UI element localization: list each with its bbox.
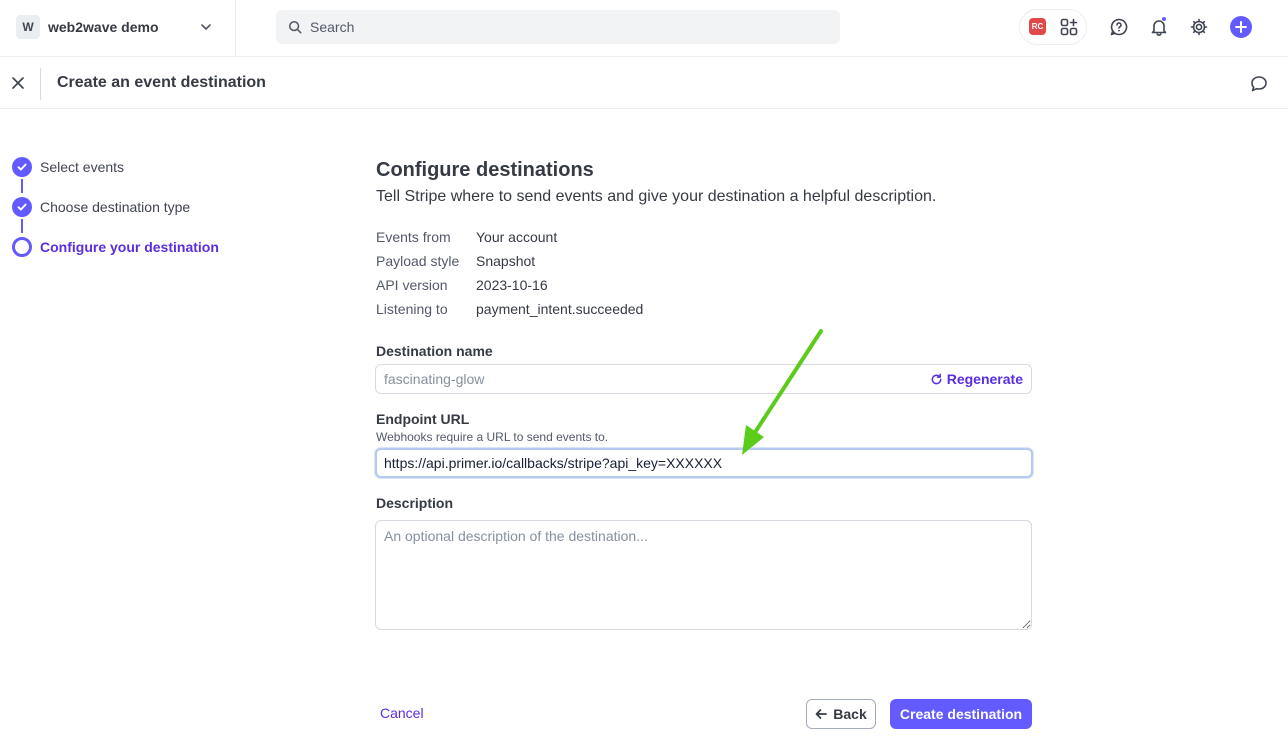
- destination-name-label: Destination name: [376, 343, 493, 359]
- step-choose-destination-type[interactable]: Choose destination type: [12, 197, 190, 217]
- meta-value: payment_intent.succeeded: [476, 301, 644, 317]
- destination-name-field: Regenerate: [375, 364, 1032, 394]
- create-new-button[interactable]: [1230, 16, 1252, 38]
- page-title: Create an event destination: [57, 74, 266, 91]
- top-bar: W web2wave demo Search RC: [0, 0, 1288, 57]
- meta-value: Snapshot: [476, 253, 536, 269]
- destination-name-input[interactable]: [384, 365, 904, 393]
- section-subtitle: Tell Stripe where to send events and giv…: [376, 188, 937, 205]
- endpoint-url-field: [375, 448, 1033, 478]
- close-icon[interactable]: [11, 76, 25, 90]
- checkmark-icon: [17, 203, 27, 211]
- step-active-indicator: [12, 237, 32, 257]
- header-divider: [40, 68, 41, 100]
- apps-grid-icon[interactable]: [1060, 18, 1078, 36]
- meta-value: 2023-10-16: [476, 277, 548, 293]
- help-icon[interactable]: [1110, 18, 1128, 36]
- arrow-left-icon: [815, 709, 828, 719]
- search-bar[interactable]: Search: [276, 10, 840, 44]
- account-avatar: W: [16, 15, 40, 39]
- meta-value: Your account: [476, 229, 558, 245]
- step-complete-indicator: [12, 197, 32, 217]
- section-title: Configure destinations: [376, 159, 594, 181]
- back-label: Back: [833, 706, 867, 722]
- meta-key: Listening to: [376, 301, 448, 317]
- create-destination-button[interactable]: Create destination: [890, 699, 1032, 729]
- app-badge-icon[interactable]: RC: [1029, 18, 1046, 35]
- back-button[interactable]: Back: [806, 699, 876, 729]
- regenerate-button[interactable]: Regenerate: [930, 371, 1023, 387]
- step-select-events[interactable]: Select events: [12, 157, 124, 177]
- meta-key: API version: [376, 277, 448, 293]
- settings-gear-icon[interactable]: [1190, 18, 1208, 36]
- endpoint-url-label: Endpoint URL: [376, 411, 470, 427]
- refresh-icon: [931, 373, 942, 384]
- step-connector: [21, 219, 23, 233]
- cancel-link[interactable]: Cancel: [380, 705, 424, 721]
- description-textarea[interactable]: [375, 520, 1032, 630]
- step-label: Configure your destination: [40, 239, 219, 255]
- page-header: Create an event destination: [0, 58, 1288, 109]
- notification-dot: [1161, 16, 1167, 22]
- checkmark-icon: [17, 163, 27, 171]
- meta-key: Events from: [376, 229, 451, 245]
- account-switcher[interactable]: W web2wave demo: [16, 15, 159, 39]
- topbar-divider: [235, 0, 236, 57]
- regenerate-label: Regenerate: [946, 371, 1023, 387]
- description-label: Description: [376, 495, 454, 511]
- account-name: web2wave demo: [48, 19, 159, 35]
- step-complete-indicator: [12, 157, 32, 177]
- step-configure-destination[interactable]: Configure your destination: [12, 237, 219, 257]
- feedback-chat-icon[interactable]: [1250, 75, 1268, 93]
- endpoint-url-input[interactable]: [384, 450, 1014, 476]
- plus-icon: [1235, 21, 1247, 33]
- search-placeholder: Search: [310, 19, 355, 35]
- step-connector: [21, 179, 23, 193]
- step-label: Choose destination type: [40, 199, 191, 215]
- endpoint-url-hint: Webhooks require a URL to send events to…: [376, 430, 609, 444]
- search-icon: [288, 20, 302, 34]
- step-label: Select events: [40, 159, 125, 175]
- chevron-down-icon[interactable]: [198, 19, 214, 35]
- meta-key: Payload style: [376, 253, 460, 269]
